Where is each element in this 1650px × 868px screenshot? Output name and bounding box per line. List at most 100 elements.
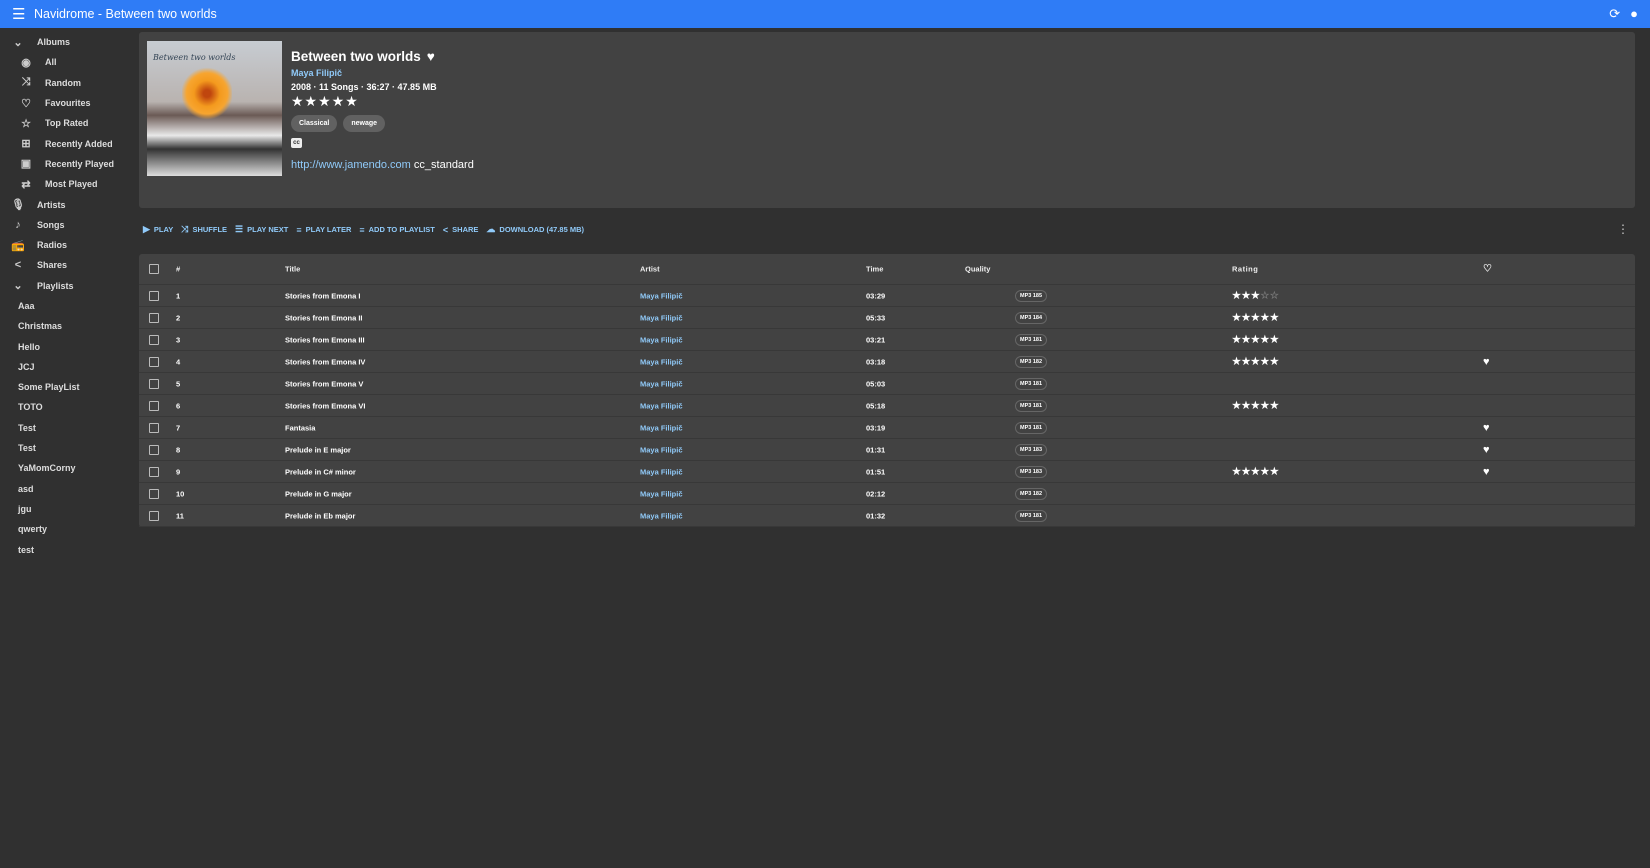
heart-filled-icon[interactable]: ♥ [1483, 444, 1490, 456]
track-rating[interactable]: ★★★☆☆ [1232, 290, 1279, 301]
sidebar-item-album[interactable]: ▣ Recently Played [0, 154, 139, 174]
heart-icon[interactable]: ♥ [427, 49, 435, 64]
row-checkbox[interactable] [149, 422, 159, 433]
sidebar-playlist-item[interactable]: jgu [0, 499, 139, 519]
sidebar-item-section[interactable]: ♪ Songs [0, 215, 139, 235]
heart-filled-icon[interactable]: ♥ [1483, 466, 1490, 478]
row-checkbox[interactable] [149, 400, 159, 411]
track-rating[interactable]: ★★★★★ [1232, 312, 1279, 323]
sidebar-item-album[interactable]: ⇄ Most Played [0, 174, 139, 194]
heart-filled-icon[interactable]: ♥ [1483, 356, 1490, 368]
row-checkbox[interactable] [149, 444, 159, 455]
track-artist-link[interactable]: Maya Filipič [640, 511, 683, 520]
header-rating[interactable]: Rating [1232, 265, 1258, 274]
sidebar-playlist-item[interactable]: Hello [0, 336, 139, 356]
download-button[interactable]: ☁ DOWNLOAD (47.85 MB) [486, 224, 584, 235]
add-to-playlist-button[interactable]: ≡ ADD TO PLAYLIST [359, 225, 435, 235]
table-row[interactable]: 10 Prelude in G major Maya Filipič 02:12… [139, 483, 1635, 505]
select-all-checkbox[interactable] [149, 264, 159, 274]
header-title[interactable]: Title [285, 265, 300, 274]
track-artist-link[interactable]: Maya Filipič [640, 423, 683, 432]
sidebar-item-album[interactable]: ⊞ Recently Added [0, 133, 139, 153]
header-artist[interactable]: Artist [640, 265, 660, 274]
table-row[interactable]: 1 Stories from Emona I Maya Filipič 03:2… [139, 285, 1635, 307]
sidebar-playlist-item[interactable]: Some PlayList [0, 377, 139, 397]
sidebar-item-label: Artists [37, 199, 66, 210]
album-cover[interactable]: Between two worlds [147, 41, 282, 176]
sidebar-playlists-toggle[interactable]: ⌄ Playlists [0, 276, 139, 296]
sidebar-playlist-item[interactable]: Christmas [0, 316, 139, 336]
row-checkbox[interactable] [149, 488, 159, 499]
table-header: # Title Artist Time Quality Rating ♡ [139, 254, 1635, 285]
track-artist-link[interactable]: Maya Filipič [640, 313, 683, 322]
play-button[interactable]: ▶ PLAY [143, 224, 173, 235]
table-row[interactable]: 3 Stories from Emona III Maya Filipič 03… [139, 329, 1635, 351]
album-icon: ◉ [21, 56, 31, 69]
sidebar-item-album[interactable]: ♡ Favourites [0, 93, 139, 113]
header-time[interactable]: Time [866, 265, 883, 274]
header-num[interactable]: # [176, 265, 180, 274]
sidebar-playlist-item[interactable]: test [0, 539, 139, 559]
sidebar-playlist-item[interactable]: qwerty [0, 519, 139, 539]
sidebar-playlist-item[interactable]: Test [0, 438, 139, 458]
play-next-button[interactable]: ☰ PLAY NEXT [235, 224, 288, 235]
sidebar-item-album[interactable]: ◉ All [0, 52, 139, 72]
album-url-link[interactable]: http://www.jamendo.com [291, 159, 411, 171]
table-row[interactable]: 9 Prelude in C# minor Maya Filipič 01:51… [139, 461, 1635, 483]
account-icon[interactable]: ● [1630, 6, 1638, 22]
table-row[interactable]: 4 Stories from Emona IV Maya Filipič 03:… [139, 351, 1635, 373]
row-checkbox[interactable] [149, 312, 159, 323]
sidebar-playlist-item[interactable]: asd [0, 479, 139, 499]
track-rating[interactable]: ★★★★★ [1232, 400, 1279, 411]
sidebar-playlist-item[interactable]: JCJ [0, 357, 139, 377]
sidebar-playlist-item[interactable]: Aaa [0, 296, 139, 316]
refresh-icon[interactable]: ⟳ [1609, 6, 1620, 22]
header-quality[interactable]: Quality [965, 265, 990, 274]
sidebar-item-album[interactable]: ⤨ Random [0, 73, 139, 93]
table-row[interactable]: 11 Prelude in Eb major Maya Filipič 01:3… [139, 505, 1635, 527]
track-rating[interactable]: ★★★★★ [1232, 466, 1279, 477]
track-artist-link[interactable]: Maya Filipič [640, 445, 683, 454]
sidebar-playlist-item[interactable]: Test [0, 418, 139, 438]
sidebar-albums-toggle[interactable]: ⌄ Albums [0, 32, 139, 52]
row-checkbox[interactable] [149, 356, 159, 367]
table-row[interactable]: 5 Stories from Emona V Maya Filipič 05:0… [139, 373, 1635, 395]
play-later-button[interactable]: ≡ PLAY LATER [296, 225, 351, 235]
sidebar-playlist-item[interactable]: YaMomCorny [0, 458, 139, 478]
sidebar-item-label: Shares [37, 260, 68, 271]
row-checkbox[interactable] [149, 466, 159, 477]
heart-filled-icon[interactable]: ♥ [1483, 422, 1490, 434]
row-checkbox[interactable] [149, 510, 159, 521]
sidebar-item-section[interactable]: 🎙 Artists [0, 194, 139, 214]
sidebar-item-label: Songs [37, 219, 65, 230]
track-artist-link[interactable]: Maya Filipič [640, 335, 683, 344]
more-options-icon[interactable]: ⋮ [1617, 222, 1629, 236]
share-button[interactable]: < SHARE [443, 225, 479, 235]
sidebar-item-section[interactable]: 📻 Radios [0, 235, 139, 255]
table-row[interactable]: 6 Stories from Emona VI Maya Filipič 05:… [139, 395, 1635, 417]
track-rating[interactable]: ★★★★★ [1232, 356, 1279, 367]
track-artist-link[interactable]: Maya Filipič [640, 357, 683, 366]
table-row[interactable]: 2 Stories from Emona II Maya Filipič 05:… [139, 307, 1635, 329]
track-number: 8 [176, 445, 181, 454]
row-checkbox[interactable] [149, 378, 159, 389]
sidebar-playlist-item[interactable]: TOTO [0, 397, 139, 417]
sidebar-item-album[interactable]: ☆ Top Rated [0, 113, 139, 133]
track-artist-link[interactable]: Maya Filipič [640, 401, 683, 410]
row-checkbox[interactable] [149, 290, 159, 301]
sidebar-item-section[interactable]: < Shares [0, 255, 139, 275]
track-rating[interactable]: ★★★★★ [1232, 334, 1279, 345]
row-checkbox[interactable] [149, 334, 159, 345]
table-row[interactable]: 8 Prelude in E major Maya Filipič 01:31 … [139, 439, 1635, 461]
genre-chip[interactable]: Classical [291, 115, 338, 132]
album-rating[interactable]: ★★★★★ [291, 93, 474, 110]
track-artist-link[interactable]: Maya Filipič [640, 467, 683, 476]
track-artist-link[interactable]: Maya Filipič [640, 379, 683, 388]
album-artist-link[interactable]: Maya Filipič [291, 68, 474, 78]
track-artist-link[interactable]: Maya Filipič [640, 291, 683, 300]
track-artist-link[interactable]: Maya Filipič [640, 489, 683, 498]
shuffle-button[interactable]: ⤨ SHUFFLE [181, 224, 227, 235]
genre-chip[interactable]: newage [343, 115, 386, 132]
menu-icon[interactable]: ☰ [12, 5, 26, 23]
table-row[interactable]: 7 Fantasia Maya Filipič 03:19 MP3 181 ♥ [139, 417, 1635, 439]
